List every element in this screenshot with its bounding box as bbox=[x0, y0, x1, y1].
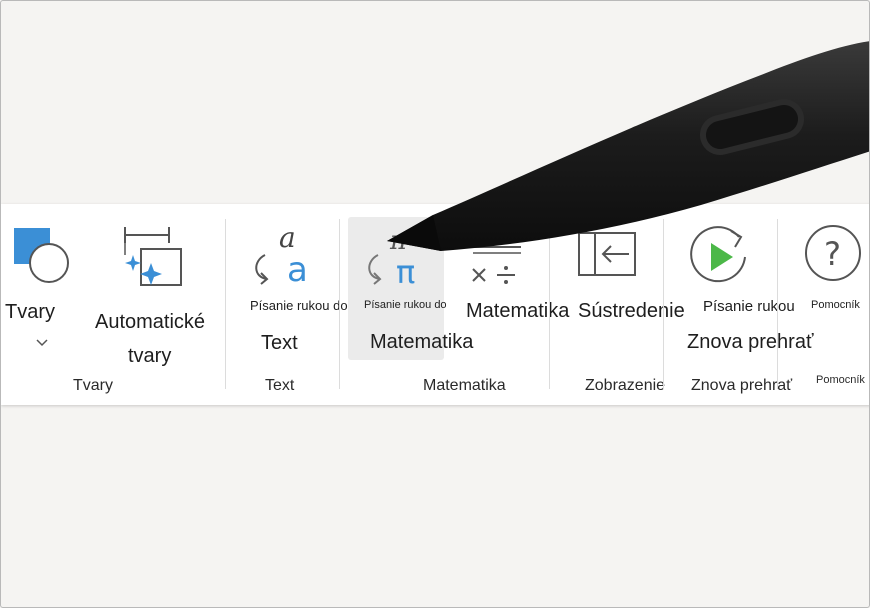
auto-shapes-button[interactable]: Automatické tvary bbox=[87, 219, 217, 369]
separator bbox=[225, 219, 226, 389]
group-label-matematika: Matematika bbox=[423, 377, 506, 394]
focus-icon bbox=[578, 232, 636, 276]
math-label: Matematika bbox=[466, 300, 570, 322]
separator bbox=[339, 219, 340, 389]
shapes-icon bbox=[14, 228, 69, 283]
ink-to-text-icon: a a bbox=[255, 221, 308, 290]
replay-caption: Písanie rukou bbox=[703, 298, 795, 315]
auto-shapes-label-line2: tvary bbox=[128, 345, 172, 367]
svg-text:?: ? bbox=[824, 235, 841, 273]
focus-button[interactable]: Sústredenie bbox=[575, 219, 689, 339]
separator bbox=[549, 219, 550, 389]
ink-to-math-label: Matematika bbox=[370, 331, 474, 353]
help-button[interactable]: ? Pomocník bbox=[803, 219, 869, 319]
help-icon: ? bbox=[805, 225, 861, 281]
separator bbox=[777, 219, 778, 389]
math-button[interactable]: Matematika bbox=[461, 219, 573, 339]
ink-to-math-caption: Písanie rukou do bbox=[364, 299, 447, 311]
separator bbox=[663, 219, 664, 389]
group-label-zobrazenie: Zobrazenie bbox=[585, 377, 666, 394]
replay-icon bbox=[690, 226, 746, 283]
replay-label: Znova prehrať bbox=[687, 331, 814, 353]
ribbon: Tvary Automatické tvary Tvary a a Písani… bbox=[1, 204, 869, 405]
help-caption: Pomocník bbox=[811, 299, 860, 311]
ink-to-text-label: Text bbox=[261, 332, 298, 354]
ink-to-text-button[interactable]: a a Písanie rukou do Text bbox=[241, 219, 359, 369]
ink-to-math-button[interactable]: π π Písanie rukou do Matematika bbox=[348, 217, 473, 360]
group-label-text: Text bbox=[265, 377, 295, 394]
shapes-label: Tvary bbox=[5, 301, 55, 323]
shapes-button[interactable]: Tvary bbox=[1, 219, 81, 369]
math-icon bbox=[472, 246, 521, 284]
svg-text:π: π bbox=[396, 253, 415, 291]
replay-button[interactable]: Písanie rukou Znova prehrať bbox=[685, 219, 814, 364]
svg-text:π: π bbox=[389, 226, 408, 256]
ink-to-text-caption: Písanie rukou do bbox=[250, 298, 348, 313]
auto-shapes-icon bbox=[124, 227, 182, 286]
svg-text:a: a bbox=[287, 250, 308, 290]
chevron-down-icon[interactable] bbox=[35, 338, 49, 348]
auto-shapes-label-line1: Automatické bbox=[95, 311, 206, 333]
group-label-pomocnik: Pomocník bbox=[816, 374, 865, 386]
group-label-tvary: Tvary bbox=[73, 377, 113, 394]
ink-to-math-icon: π π bbox=[368, 226, 415, 291]
window-frame: Tvary Automatické tvary Tvary a a Písani… bbox=[0, 0, 870, 608]
focus-label: Sústredenie bbox=[578, 300, 685, 322]
